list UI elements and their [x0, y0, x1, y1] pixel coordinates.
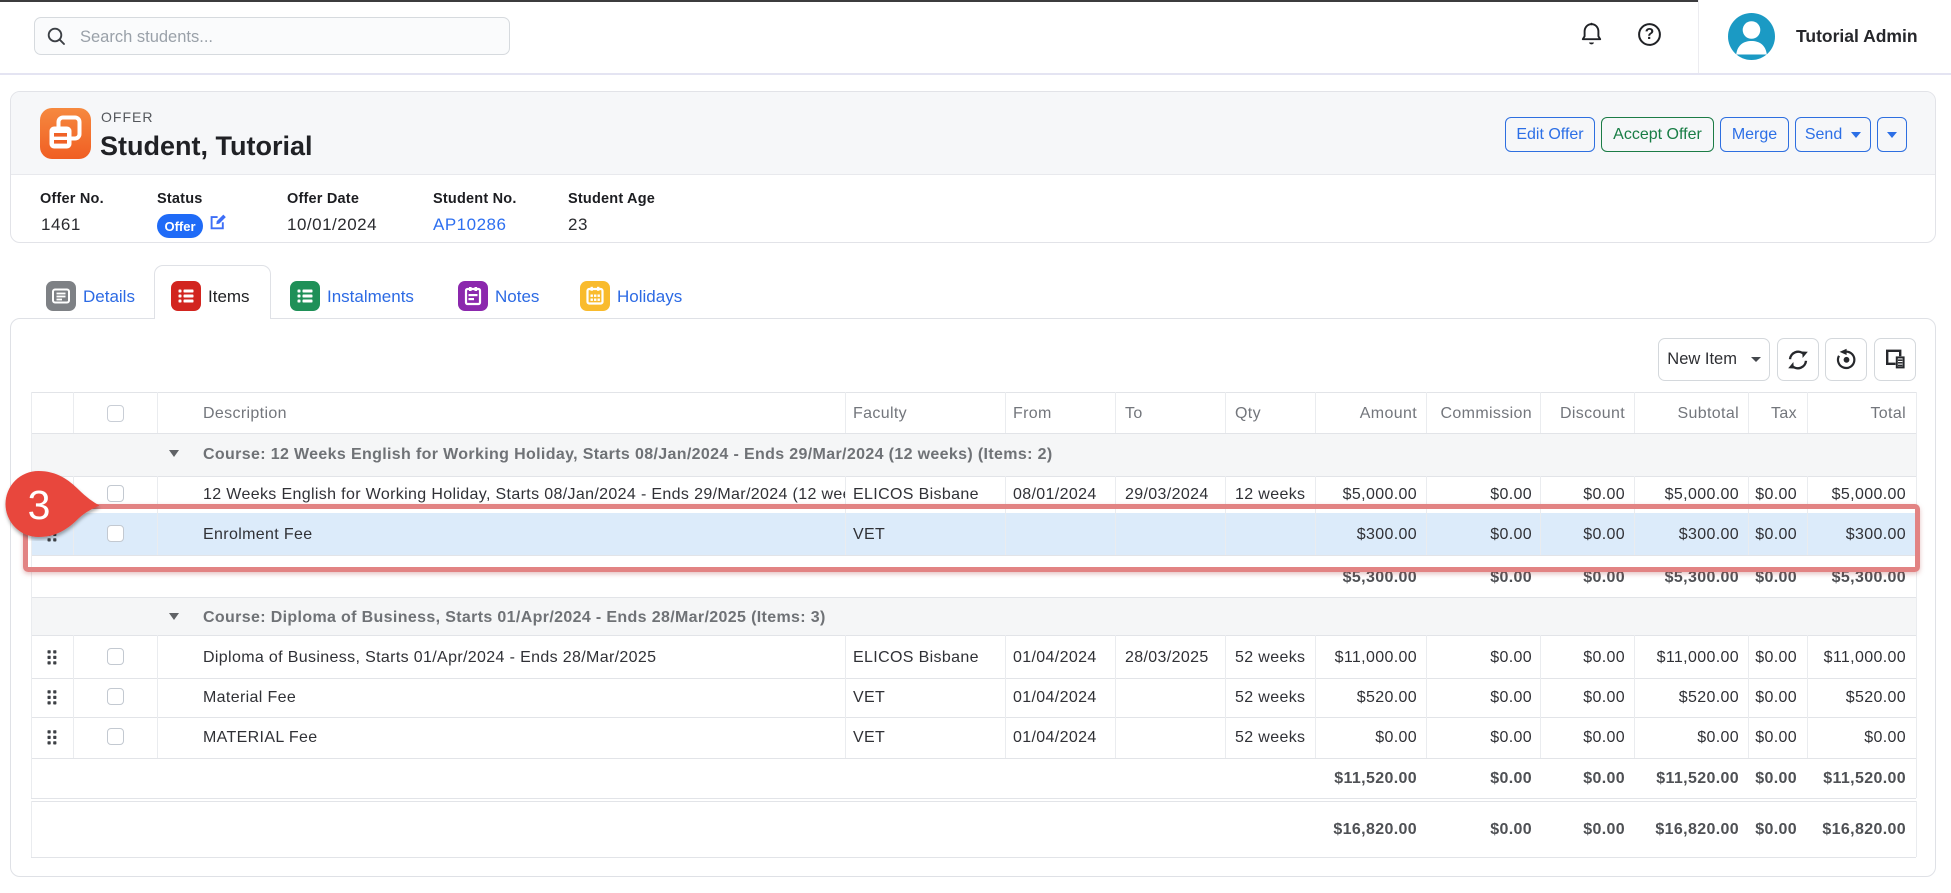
svg-text:3: 3 [28, 482, 51, 528]
svg-text:?: ? [1645, 26, 1654, 43]
